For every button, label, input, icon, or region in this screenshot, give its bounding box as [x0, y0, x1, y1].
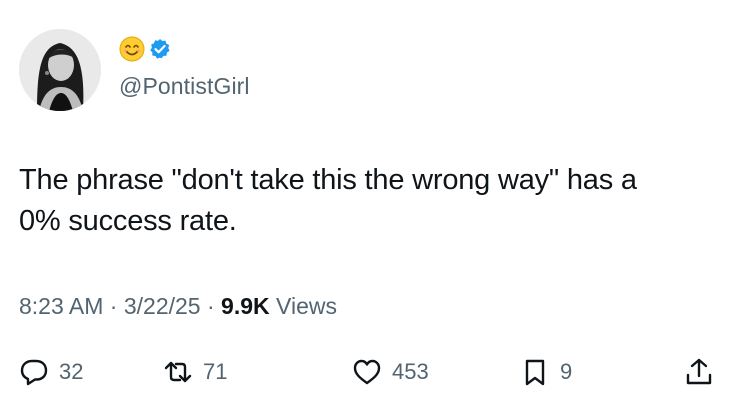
tweet-meta: 8:23 AM · 3/22/25 · 9.9K Views: [19, 293, 337, 320]
profile-photo: [19, 29, 101, 111]
retweet-button[interactable]: 71: [163, 352, 227, 392]
like-button[interactable]: 453: [352, 352, 429, 392]
bookmark-button[interactable]: 9: [520, 352, 572, 392]
reply-button[interactable]: 32: [19, 352, 83, 392]
heart-icon: [352, 357, 382, 387]
verified-badge-icon[interactable]: [149, 38, 171, 60]
tweet-text: The phrase "don't take this the wrong wa…: [19, 160, 719, 242]
reply-icon: [19, 357, 49, 387]
meta-separator: ·: [200, 293, 222, 319]
retweet-count: 71: [203, 359, 228, 384]
tweet-actions: 32 71 453 9: [0, 352, 740, 392]
share-icon: [684, 357, 714, 387]
reply-count: 32: [59, 359, 84, 384]
like-count: 453: [392, 359, 429, 384]
user-handle[interactable]: @PontistGirl: [119, 73, 250, 100]
display-name-row[interactable]: [119, 36, 171, 62]
views-label: Views: [269, 293, 337, 319]
avatar[interactable]: [19, 29, 101, 111]
tweet-date[interactable]: 3/22/25: [124, 293, 201, 319]
tweet-text-line-2: 0% success rate.: [19, 205, 237, 237]
bookmark-count: 9: [560, 359, 573, 384]
views-count: 9.9K: [221, 293, 270, 319]
share-button[interactable]: [684, 352, 714, 392]
tweet-text-line-1: The phrase "don't take this the wrong wa…: [19, 164, 637, 196]
retweet-icon: [163, 357, 193, 387]
meta-separator: ·: [103, 293, 124, 319]
tweet-time[interactable]: 8:23 AM: [19, 293, 103, 319]
bookmark-icon: [520, 357, 550, 387]
smiling-face-emoji-icon: [119, 36, 145, 62]
